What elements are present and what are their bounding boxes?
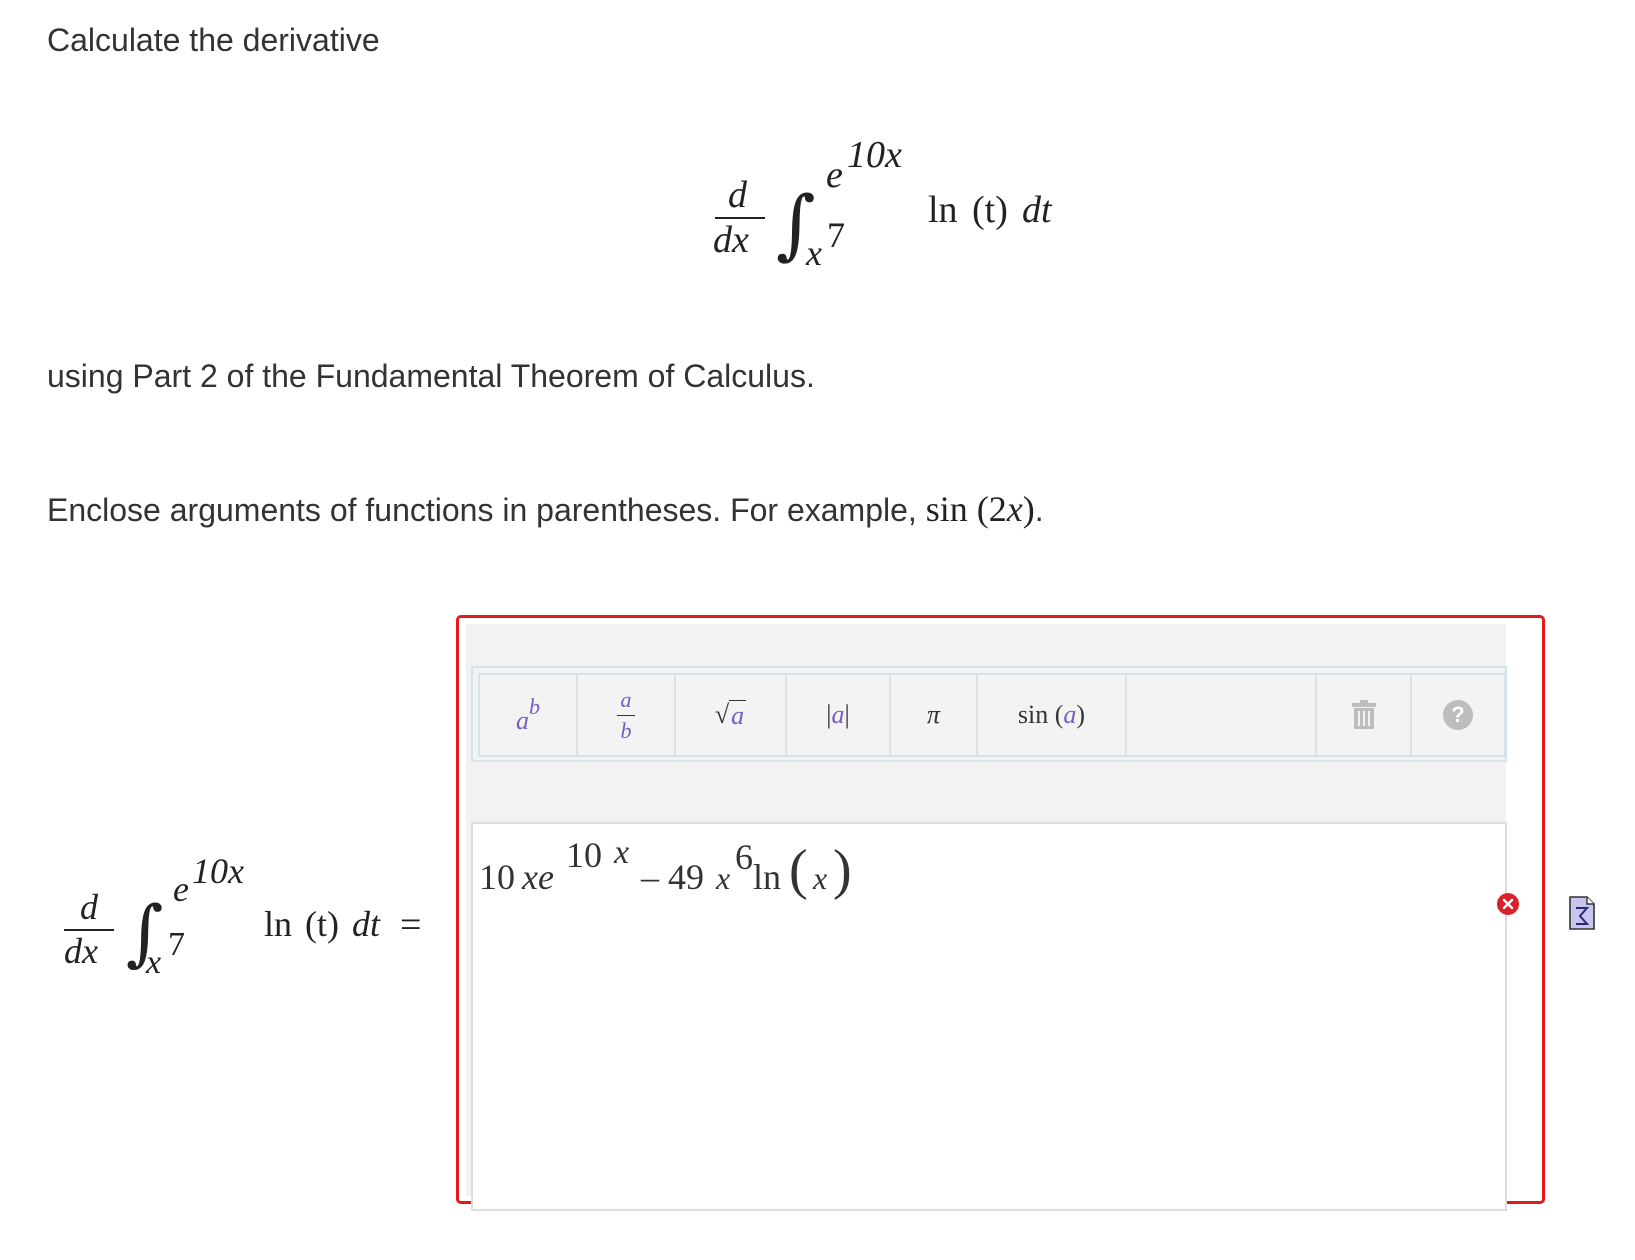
- power-glyph: ab: [480, 675, 576, 755]
- help-glyph: ?: [1443, 700, 1473, 730]
- abs-arg: a: [831, 700, 845, 729]
- label-integrand-fn: ln: [264, 904, 293, 944]
- example-period: .: [1034, 492, 1044, 528]
- fraction-button[interactable]: a b: [576, 673, 676, 757]
- fraction-denominator: b: [620, 717, 632, 743]
- sin-arg: a: [1063, 700, 1077, 729]
- integrand-dt: dt: [1022, 189, 1052, 231]
- sigma-preview-icon[interactable]: [1568, 895, 1596, 936]
- sin-open: (: [1054, 700, 1064, 729]
- power-exponent: b: [529, 694, 540, 719]
- label-integrand-arg: (t): [305, 904, 339, 944]
- lower-limit-base: x: [806, 233, 822, 273]
- incorrect-x-icon: [1497, 893, 1519, 915]
- math-toolbar: ab a b √ a | a | π sin (a) ?: [471, 666, 1507, 762]
- power-button[interactable]: ab: [478, 673, 578, 757]
- power-base: a: [516, 706, 529, 735]
- problem-intro: Calculate the derivative: [47, 22, 380, 58]
- integrand-arg: (t): [972, 189, 1008, 231]
- example-var: x: [1006, 489, 1023, 529]
- fraction-glyph-bar: [617, 714, 635, 716]
- pi-glyph: π: [926, 700, 941, 729]
- pi-button[interactable]: π: [889, 673, 978, 757]
- open-paren: (: [789, 839, 808, 901]
- clear-button[interactable]: [1315, 673, 1412, 757]
- instruction-text: Enclose arguments of functions in parent…: [47, 492, 917, 528]
- example-arg: (2: [976, 489, 1007, 529]
- term2-coefficient: 49: [668, 857, 704, 897]
- abs-right-bar: |: [844, 700, 850, 729]
- math-editor: ab a b √ a | a | π sin (a) ? 10 xe 10 …: [466, 624, 1507, 1211]
- sin-close: ): [1076, 700, 1086, 729]
- dx-denominator: dx: [713, 219, 749, 261]
- upper-limit-exponent: 10x: [847, 134, 902, 176]
- sqrt-glyph: √ a: [676, 675, 785, 755]
- label-lower-limit-base: x: [146, 944, 162, 981]
- sqrt-button[interactable]: √ a: [674, 673, 787, 757]
- term1-exponent-variable: x: [614, 834, 630, 871]
- sin-fn: sin: [1017, 700, 1049, 729]
- answer-input[interactable]: 10 xe 10 x – 49 x 6 ln ( x ): [471, 822, 1507, 1211]
- problem-instruction: Enclose arguments of functions in parent…: [47, 488, 1044, 530]
- abs-button[interactable]: | a |: [785, 673, 891, 757]
- term2-argument: x: [813, 860, 828, 896]
- label-lower-limit-exponent: 7: [168, 926, 185, 963]
- example-close: ): [1022, 489, 1035, 529]
- term2-variable: x: [716, 860, 731, 896]
- upper-limit-base: e: [826, 154, 843, 196]
- close-paren: ): [833, 839, 852, 901]
- answer-box: ab a b √ a | a | π sin (a) ? 10 xe 10 …: [456, 615, 1545, 1211]
- fraction-numerator: a: [620, 686, 632, 712]
- example-expression: sin (2x): [926, 489, 1035, 529]
- problem-method: using Part 2 of the Fundamental Theorem …: [47, 358, 815, 394]
- fraction-glyph: a b: [578, 675, 674, 755]
- sin-glyph: sin (a): [978, 675, 1125, 755]
- toolbar-spacer: [1125, 673, 1317, 757]
- abs-glyph: | a |: [787, 675, 889, 755]
- equals-sign: =: [400, 904, 422, 946]
- term1-exponent-number: 10: [566, 835, 602, 875]
- lower-limit-exponent: 7: [827, 215, 845, 255]
- sin-button[interactable]: sin (a): [976, 673, 1127, 757]
- term2-function: ln: [753, 857, 782, 897]
- label-upper-limit-exponent: 10x: [192, 851, 244, 891]
- help-icon: ?: [1412, 675, 1504, 755]
- d-numerator: d: [728, 174, 747, 216]
- label-upper-limit-base: e: [173, 869, 189, 909]
- example-fn: sin: [925, 489, 968, 529]
- term2-exponent: 6: [735, 837, 753, 877]
- integrand-fn: ln: [928, 189, 958, 231]
- help-button[interactable]: ?: [1410, 673, 1506, 757]
- term1-coefficient: 10: [479, 857, 515, 897]
- label-dx-denominator: dx: [64, 931, 98, 971]
- label-d-numerator: d: [80, 887, 98, 927]
- label-integrand-dt: dt: [352, 904, 381, 944]
- trash-icon: [1317, 675, 1410, 755]
- term1-variable: xe: [522, 857, 554, 897]
- minus-sign: –: [641, 857, 659, 897]
- sqrt-radical: √: [714, 700, 730, 729]
- sqrt-arg: a: [729, 699, 747, 730]
